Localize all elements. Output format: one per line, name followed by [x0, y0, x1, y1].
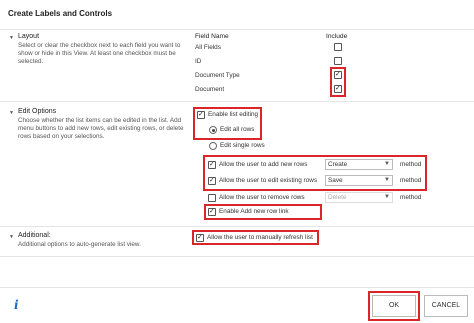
dialog-title: Create Labels and Controls: [8, 9, 113, 18]
highlight-box: [330, 67, 346, 97]
layout-title: Layout: [18, 33, 40, 40]
field-id: ID: [195, 58, 202, 65]
edit-options-section: ▼ Edit Options Choose whether the list i…: [0, 105, 474, 227]
highlight-box: [368, 291, 420, 321]
collapse-icon[interactable]: ▼: [9, 110, 14, 116]
remove-method-select: Delete ▼: [325, 192, 393, 203]
dialog-footer: i OK CANCEL: [0, 287, 474, 323]
layout-section: ▼ Layout Select or clear the checkbox ne…: [0, 30, 474, 102]
highlight-box: [204, 204, 322, 220]
collapse-icon[interactable]: ▼: [9, 234, 14, 240]
include-all-fields-checkbox[interactable]: [334, 43, 342, 51]
additional-section: ▼ Additional: Additional options to auto…: [0, 229, 474, 257]
allow-remove-rows-label: Allow the user to remove rows: [219, 194, 305, 201]
additional-description: Additional options to auto-generate list…: [18, 241, 141, 248]
include-id-checkbox[interactable]: [334, 57, 342, 65]
collapse-icon[interactable]: ▼: [9, 35, 14, 41]
allow-remove-rows-checkbox[interactable]: [208, 194, 216, 202]
highlight-box: [203, 155, 427, 191]
remove-method-value: Delete: [328, 194, 347, 201]
dialog-titlebar: Create Labels and Controls: [0, 0, 474, 30]
field-document-type: Document Type: [195, 72, 240, 79]
layout-description: Select or clear the checkbox next to eac…: [18, 42, 181, 65]
highlight-box: [193, 107, 262, 140]
cancel-button[interactable]: CANCEL: [424, 295, 468, 317]
field-name-header: Field Name: [195, 33, 229, 40]
field-all-fields: All Fields: [195, 44, 221, 51]
edit-options-title: Edit Options: [18, 108, 57, 115]
additional-title: Additional:: [18, 232, 51, 239]
info-icon[interactable]: i: [14, 298, 19, 312]
field-document: Document: [195, 86, 225, 93]
edit-options-description: Choose whether the list items can be edi…: [18, 117, 184, 140]
edit-single-rows-radio[interactable]: [209, 142, 217, 150]
edit-single-rows-label: Edit single rows: [220, 142, 265, 149]
chevron-down-icon: ▼: [384, 194, 390, 200]
remove-method-label: method: [400, 194, 422, 201]
highlight-box: [192, 230, 319, 245]
include-header: Include: [326, 33, 348, 40]
